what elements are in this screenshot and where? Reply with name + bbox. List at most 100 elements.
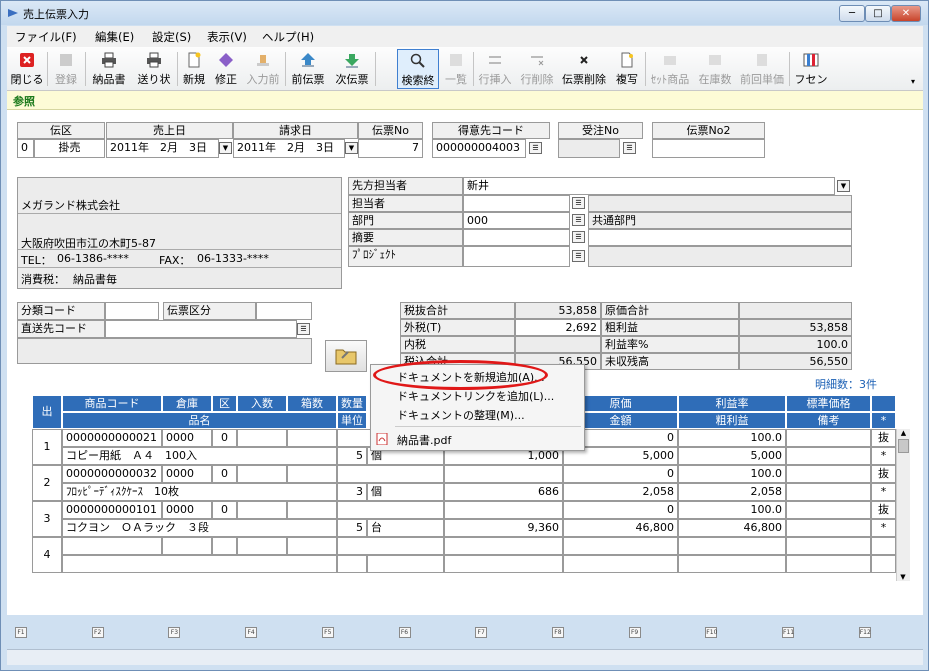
delivery-slip-button[interactable]: 納品書 bbox=[87, 49, 131, 89]
menu-organize-documents[interactable]: ドキュメントの整理(M)... bbox=[397, 407, 525, 423]
cell-tanka[interactable]: 9,360 bbox=[444, 519, 563, 537]
prev-slip-button[interactable]: 前伝票 bbox=[287, 49, 329, 89]
maximize-button[interactable]: □ bbox=[865, 5, 891, 22]
set-item-button[interactable]: ｾｯﾄ商品 bbox=[647, 49, 693, 89]
uriagebi-field[interactable]: 2011年 2月 3日 bbox=[106, 139, 219, 158]
cell-genka[interactable]: 0 bbox=[563, 501, 678, 519]
cell-soko[interactable] bbox=[162, 537, 212, 555]
denpyo-kubun-field[interactable] bbox=[256, 302, 312, 320]
cell-genka[interactable]: 0 bbox=[563, 465, 678, 483]
cell-biko[interactable] bbox=[786, 483, 871, 501]
project-search-icon[interactable]: ☰ bbox=[572, 250, 585, 262]
cell-biko[interactable] bbox=[786, 555, 871, 573]
cell-hyojun[interactable] bbox=[786, 465, 871, 483]
cell-hyojun[interactable] bbox=[786, 537, 871, 555]
denpyo-no-field[interactable]: 7 bbox=[358, 139, 423, 158]
insert-row-button[interactable]: 行挿入 bbox=[475, 49, 515, 89]
fkey-f3[interactable]: F3 bbox=[168, 627, 181, 638]
tekiyo-field[interactable] bbox=[463, 229, 570, 246]
cell-hinmei[interactable]: コピー用紙 Ａ４ 100入 bbox=[62, 447, 337, 465]
cell-biko[interactable] bbox=[786, 447, 871, 465]
cell-genka[interactable] bbox=[563, 537, 678, 555]
search-end-button[interactable]: 検索終 bbox=[397, 49, 439, 89]
scroll-down-icon[interactable]: ▼ bbox=[897, 573, 909, 581]
cell-soko[interactable]: 0000 bbox=[162, 465, 212, 483]
fkey-f12[interactable]: F12 bbox=[858, 627, 871, 638]
cell-hinmei[interactable]: ﾌﾛｯﾋﾟｰﾃﾞｨｽｸｹｰｽ 10枚 bbox=[62, 483, 337, 501]
copy-button[interactable]: 複写 bbox=[611, 49, 643, 89]
next-slip-button[interactable]: 次伝票 bbox=[331, 49, 373, 89]
toolbar-overflow-icon[interactable]: ▾ bbox=[911, 77, 915, 86]
bumon-search-icon[interactable]: ☰ bbox=[572, 214, 585, 226]
menu-file[interactable]: ファイル(F) bbox=[15, 29, 77, 45]
chokuso-field[interactable] bbox=[105, 320, 297, 338]
cell-ku[interactable]: 0 bbox=[212, 429, 237, 447]
menu-edit[interactable]: 編集(E) bbox=[95, 29, 134, 45]
cell-irisu[interactable] bbox=[237, 429, 287, 447]
tokuisaki-code-field[interactable]: 000000004003 bbox=[432, 139, 526, 158]
delete-slip-button[interactable]: 伝票削除 bbox=[559, 49, 609, 89]
tanto-field[interactable] bbox=[463, 195, 570, 212]
minimize-button[interactable]: ─ bbox=[839, 5, 865, 22]
cell-code[interactable] bbox=[62, 537, 162, 555]
menu-help[interactable]: ヘルプ(H) bbox=[262, 29, 314, 45]
project-field[interactable] bbox=[463, 246, 570, 267]
tekiyo-search-icon[interactable]: ☰ bbox=[572, 231, 585, 243]
juchu-search-icon[interactable]: ☰ bbox=[623, 142, 636, 154]
fkey-f5[interactable]: F5 bbox=[321, 627, 334, 638]
close-button[interactable]: 閉じる bbox=[9, 49, 45, 89]
fkey-f11[interactable]: F11 bbox=[782, 627, 794, 638]
fkey-f2[interactable]: F2 bbox=[91, 627, 104, 638]
cell-ku[interactable] bbox=[212, 537, 237, 555]
juchu-no-field[interactable] bbox=[558, 139, 620, 158]
new-button[interactable]: 新規 bbox=[179, 49, 209, 89]
cell-biko[interactable] bbox=[786, 519, 871, 537]
cell-qty[interactable] bbox=[337, 555, 367, 573]
tanto-search-icon[interactable]: ☰ bbox=[572, 197, 585, 209]
sticky-note-button[interactable]: フセン bbox=[791, 49, 831, 89]
bumon-code-field[interactable]: 000 bbox=[463, 212, 570, 229]
close-window-button[interactable]: ✕ bbox=[891, 5, 921, 22]
tekiyo-text[interactable] bbox=[588, 229, 852, 246]
cell-irisu[interactable] bbox=[237, 465, 287, 483]
delete-row-button[interactable]: 行削除 bbox=[517, 49, 557, 89]
cell-irisu[interactable] bbox=[237, 537, 287, 555]
fkey-f9[interactable]: F9 bbox=[628, 627, 641, 638]
denku-code[interactable]: 0 bbox=[17, 139, 34, 158]
before-input-button[interactable]: 入力前 bbox=[243, 49, 283, 89]
cell-unit[interactable]: 個 bbox=[367, 483, 444, 501]
seikyubi-field[interactable]: 2011年 2月 3日 bbox=[233, 139, 345, 158]
cell-hyojun[interactable] bbox=[786, 429, 871, 447]
fkey-f6[interactable]: F6 bbox=[398, 627, 411, 638]
denpyo-no2-field[interactable] bbox=[652, 139, 765, 158]
cell-irisu[interactable] bbox=[237, 501, 287, 519]
senpo-dropdown-icon[interactable]: ▼ bbox=[837, 180, 850, 192]
sotozei-value[interactable]: 2,692 bbox=[515, 319, 601, 336]
cell-code[interactable]: 0000000000032 bbox=[62, 465, 162, 483]
cell-code[interactable]: 0000000000101 bbox=[62, 501, 162, 519]
seikyubi-dropdown-icon[interactable]: ▼ bbox=[345, 142, 358, 154]
scroll-up-icon[interactable]: ▲ bbox=[897, 429, 910, 437]
modify-button[interactable]: 修正 bbox=[211, 49, 241, 89]
cell-hinmei[interactable] bbox=[62, 555, 337, 573]
stock-button[interactable]: 在庫数 bbox=[695, 49, 735, 89]
senpo-field[interactable]: 新井 bbox=[463, 177, 835, 195]
fkey-f1[interactable]: F1 bbox=[15, 627, 27, 638]
menu-add-document-link[interactable]: ドキュメントリンクを追加(L)... bbox=[397, 388, 554, 404]
cell-hinmei[interactable]: コクヨン ＯＡラック ３段 bbox=[62, 519, 337, 537]
uriagebi-dropdown-icon[interactable]: ▼ bbox=[219, 142, 232, 154]
document-attach-button[interactable] bbox=[325, 340, 367, 372]
last-price-button[interactable]: 前回単価 bbox=[737, 49, 787, 89]
chokuso-search-icon[interactable]: ☰ bbox=[297, 323, 310, 335]
fkey-f7[interactable]: F7 bbox=[475, 627, 488, 638]
cell-hakosu[interactable] bbox=[287, 537, 337, 555]
cell-tanka[interactable] bbox=[444, 555, 563, 573]
fkey-f4[interactable]: F4 bbox=[245, 627, 258, 638]
list-button[interactable]: 一覧 bbox=[441, 49, 471, 89]
scroll-thumb[interactable] bbox=[898, 439, 909, 453]
menu-delivery-pdf[interactable]: 納品書.pdf bbox=[397, 432, 451, 448]
cell-unit[interactable]: 台 bbox=[367, 519, 444, 537]
cell-code[interactable]: 0000000000021 bbox=[62, 429, 162, 447]
invoice-button[interactable]: 送り状 bbox=[133, 49, 175, 89]
fkey-f10[interactable]: F10 bbox=[705, 627, 717, 638]
